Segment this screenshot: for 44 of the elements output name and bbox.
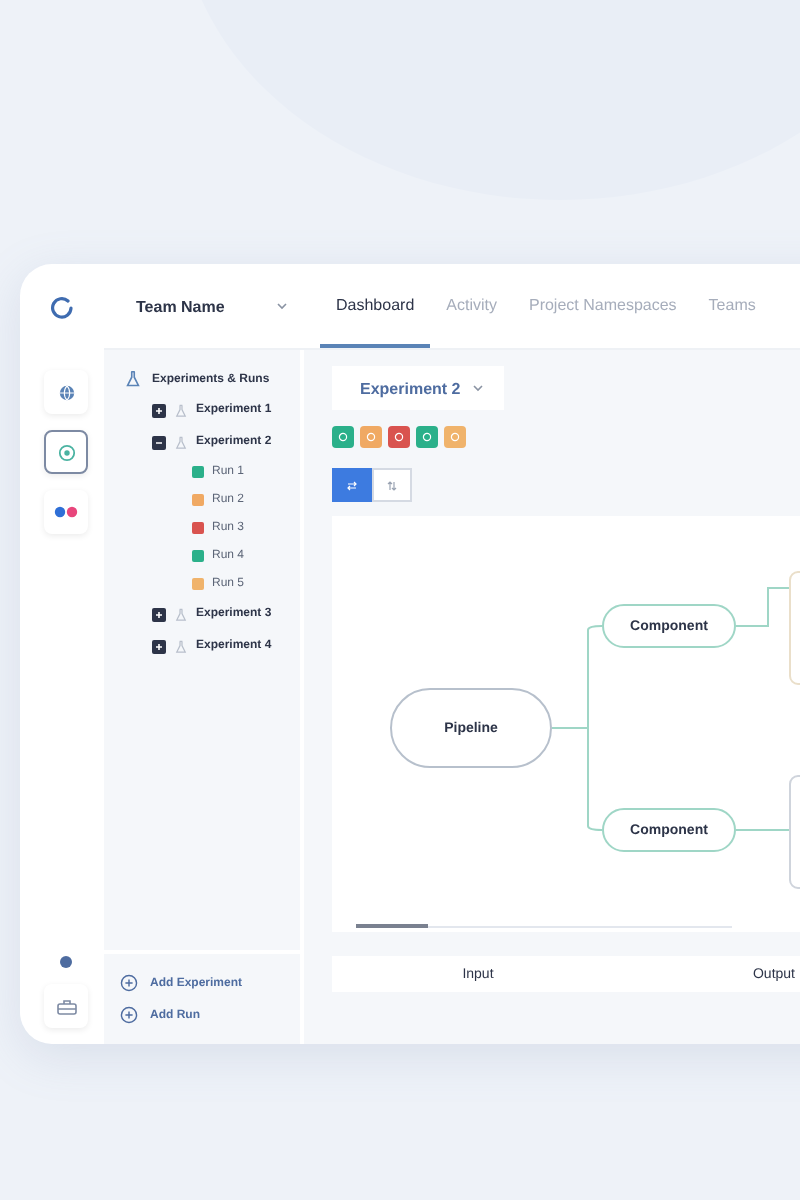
- status-chip[interactable]: [388, 426, 410, 448]
- plus-icon: [154, 405, 164, 415]
- plus-icon: [154, 609, 164, 619]
- collapse-toggle[interactable]: [152, 435, 166, 449]
- circle-icon: [422, 432, 432, 442]
- status-chip[interactable]: [444, 426, 466, 448]
- connector-line: [735, 587, 791, 627]
- circle-icon: [394, 432, 404, 442]
- circle-icon: [338, 432, 348, 442]
- flask-icon: [124, 370, 142, 388]
- view-toggle-button[interactable]: [332, 468, 372, 502]
- circle-icon: [450, 432, 460, 442]
- plus-circle-icon: [120, 974, 138, 992]
- rail-button[interactable]: [44, 370, 88, 414]
- status-chip[interactable]: [360, 426, 382, 448]
- rail-button[interactable]: [44, 430, 88, 474]
- expand-toggle[interactable]: [152, 639, 166, 653]
- swap-arrows-icon: [346, 479, 358, 491]
- expand-toggle[interactable]: [152, 403, 166, 417]
- globe-icon: [57, 383, 75, 401]
- plus-icon: [154, 641, 164, 651]
- scrollbar-thumb[interactable]: [356, 924, 428, 928]
- logo-icon: [50, 295, 74, 319]
- circle-icon: [366, 432, 376, 442]
- chevron-down-icon: [472, 384, 484, 392]
- status-dot-icon: [60, 956, 72, 968]
- flask-icon: [174, 435, 188, 449]
- target-icon: [57, 443, 75, 461]
- toolbox-icon: [55, 997, 77, 1015]
- plus-circle-icon: [120, 1006, 138, 1024]
- dots-icon: [54, 506, 78, 518]
- experiment-select[interactable]: Experiment 2: [332, 366, 504, 410]
- connector-line: [735, 829, 791, 831]
- expand-toggle[interactable]: [152, 607, 166, 621]
- flask-icon: [174, 639, 188, 653]
- rail-button[interactable]: [44, 490, 88, 534]
- chevron-down-icon: [276, 302, 288, 310]
- flask-icon: [174, 403, 188, 417]
- minus-icon: [154, 437, 164, 447]
- toolbox-button[interactable]: [44, 984, 88, 1028]
- swap-arrows-icon: [386, 479, 398, 491]
- status-chip[interactable]: [332, 426, 354, 448]
- status-chip[interactable]: [416, 426, 438, 448]
- flask-icon: [174, 607, 188, 621]
